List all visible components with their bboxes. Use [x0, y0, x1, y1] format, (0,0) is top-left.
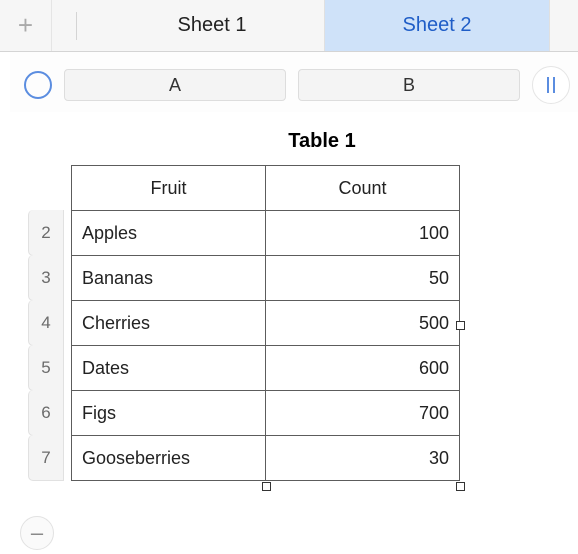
row-header[interactable]: 2 [28, 210, 64, 256]
row-header[interactable]: 3 [28, 255, 64, 301]
selection-handle-right-mid[interactable] [456, 321, 465, 330]
sheet-tab-2[interactable]: Sheet 2 [325, 0, 550, 51]
selection-handle-bottom-right[interactable] [456, 482, 465, 491]
sheet-tab-1[interactable]: Sheet 1 [100, 0, 325, 51]
column-header-strip: A B [10, 52, 578, 112]
table-title[interactable]: Table 1 [66, 130, 578, 153]
cell-fruit[interactable]: Figs [71, 390, 266, 436]
collapse-rows-button[interactable]: – [20, 516, 54, 550]
cell-fruit[interactable]: Cherries [71, 300, 266, 346]
column-header-B[interactable]: B [298, 69, 520, 101]
add-sheet-button[interactable]: + [0, 0, 52, 51]
cell-count[interactable]: 50 [265, 255, 460, 301]
column-header-A[interactable]: A [64, 69, 286, 101]
spreadsheet-area: A B Table 1 1 Fruit Count 2 Apples 100 3… [0, 52, 578, 554]
cell-count[interactable]: 100 [265, 210, 460, 256]
cell-count[interactable]: 700 [265, 390, 460, 436]
freeze-columns-button[interactable] [532, 66, 570, 104]
tab-separator [52, 0, 100, 51]
cell-fruit[interactable]: Apples [71, 210, 266, 256]
row-header[interactable]: 7 [28, 435, 64, 481]
cell-fruit[interactable]: Bananas [71, 255, 266, 301]
row-header[interactable]: 5 [28, 345, 64, 391]
row-header[interactable]: 6 [28, 390, 64, 436]
selection-handle-bottom-mid[interactable] [262, 482, 271, 491]
cell-count[interactable]: 500 [265, 300, 460, 346]
select-all-circle[interactable] [24, 71, 52, 99]
table-grid: 1 Fruit Count 2 Apples 100 3 Bananas 50 … [28, 165, 578, 481]
cell-fruit[interactable]: Dates [71, 345, 266, 391]
header-cell-fruit[interactable]: Fruit [71, 165, 266, 211]
row-header[interactable]: 4 [28, 300, 64, 346]
header-cell-count[interactable]: Count [265, 165, 460, 211]
sheet-tab-bar: + Sheet 1 Sheet 2 [0, 0, 578, 52]
cell-count[interactable]: 600 [265, 345, 460, 391]
cell-count[interactable]: 30 [265, 435, 460, 481]
cell-fruit[interactable]: Gooseberries [71, 435, 266, 481]
